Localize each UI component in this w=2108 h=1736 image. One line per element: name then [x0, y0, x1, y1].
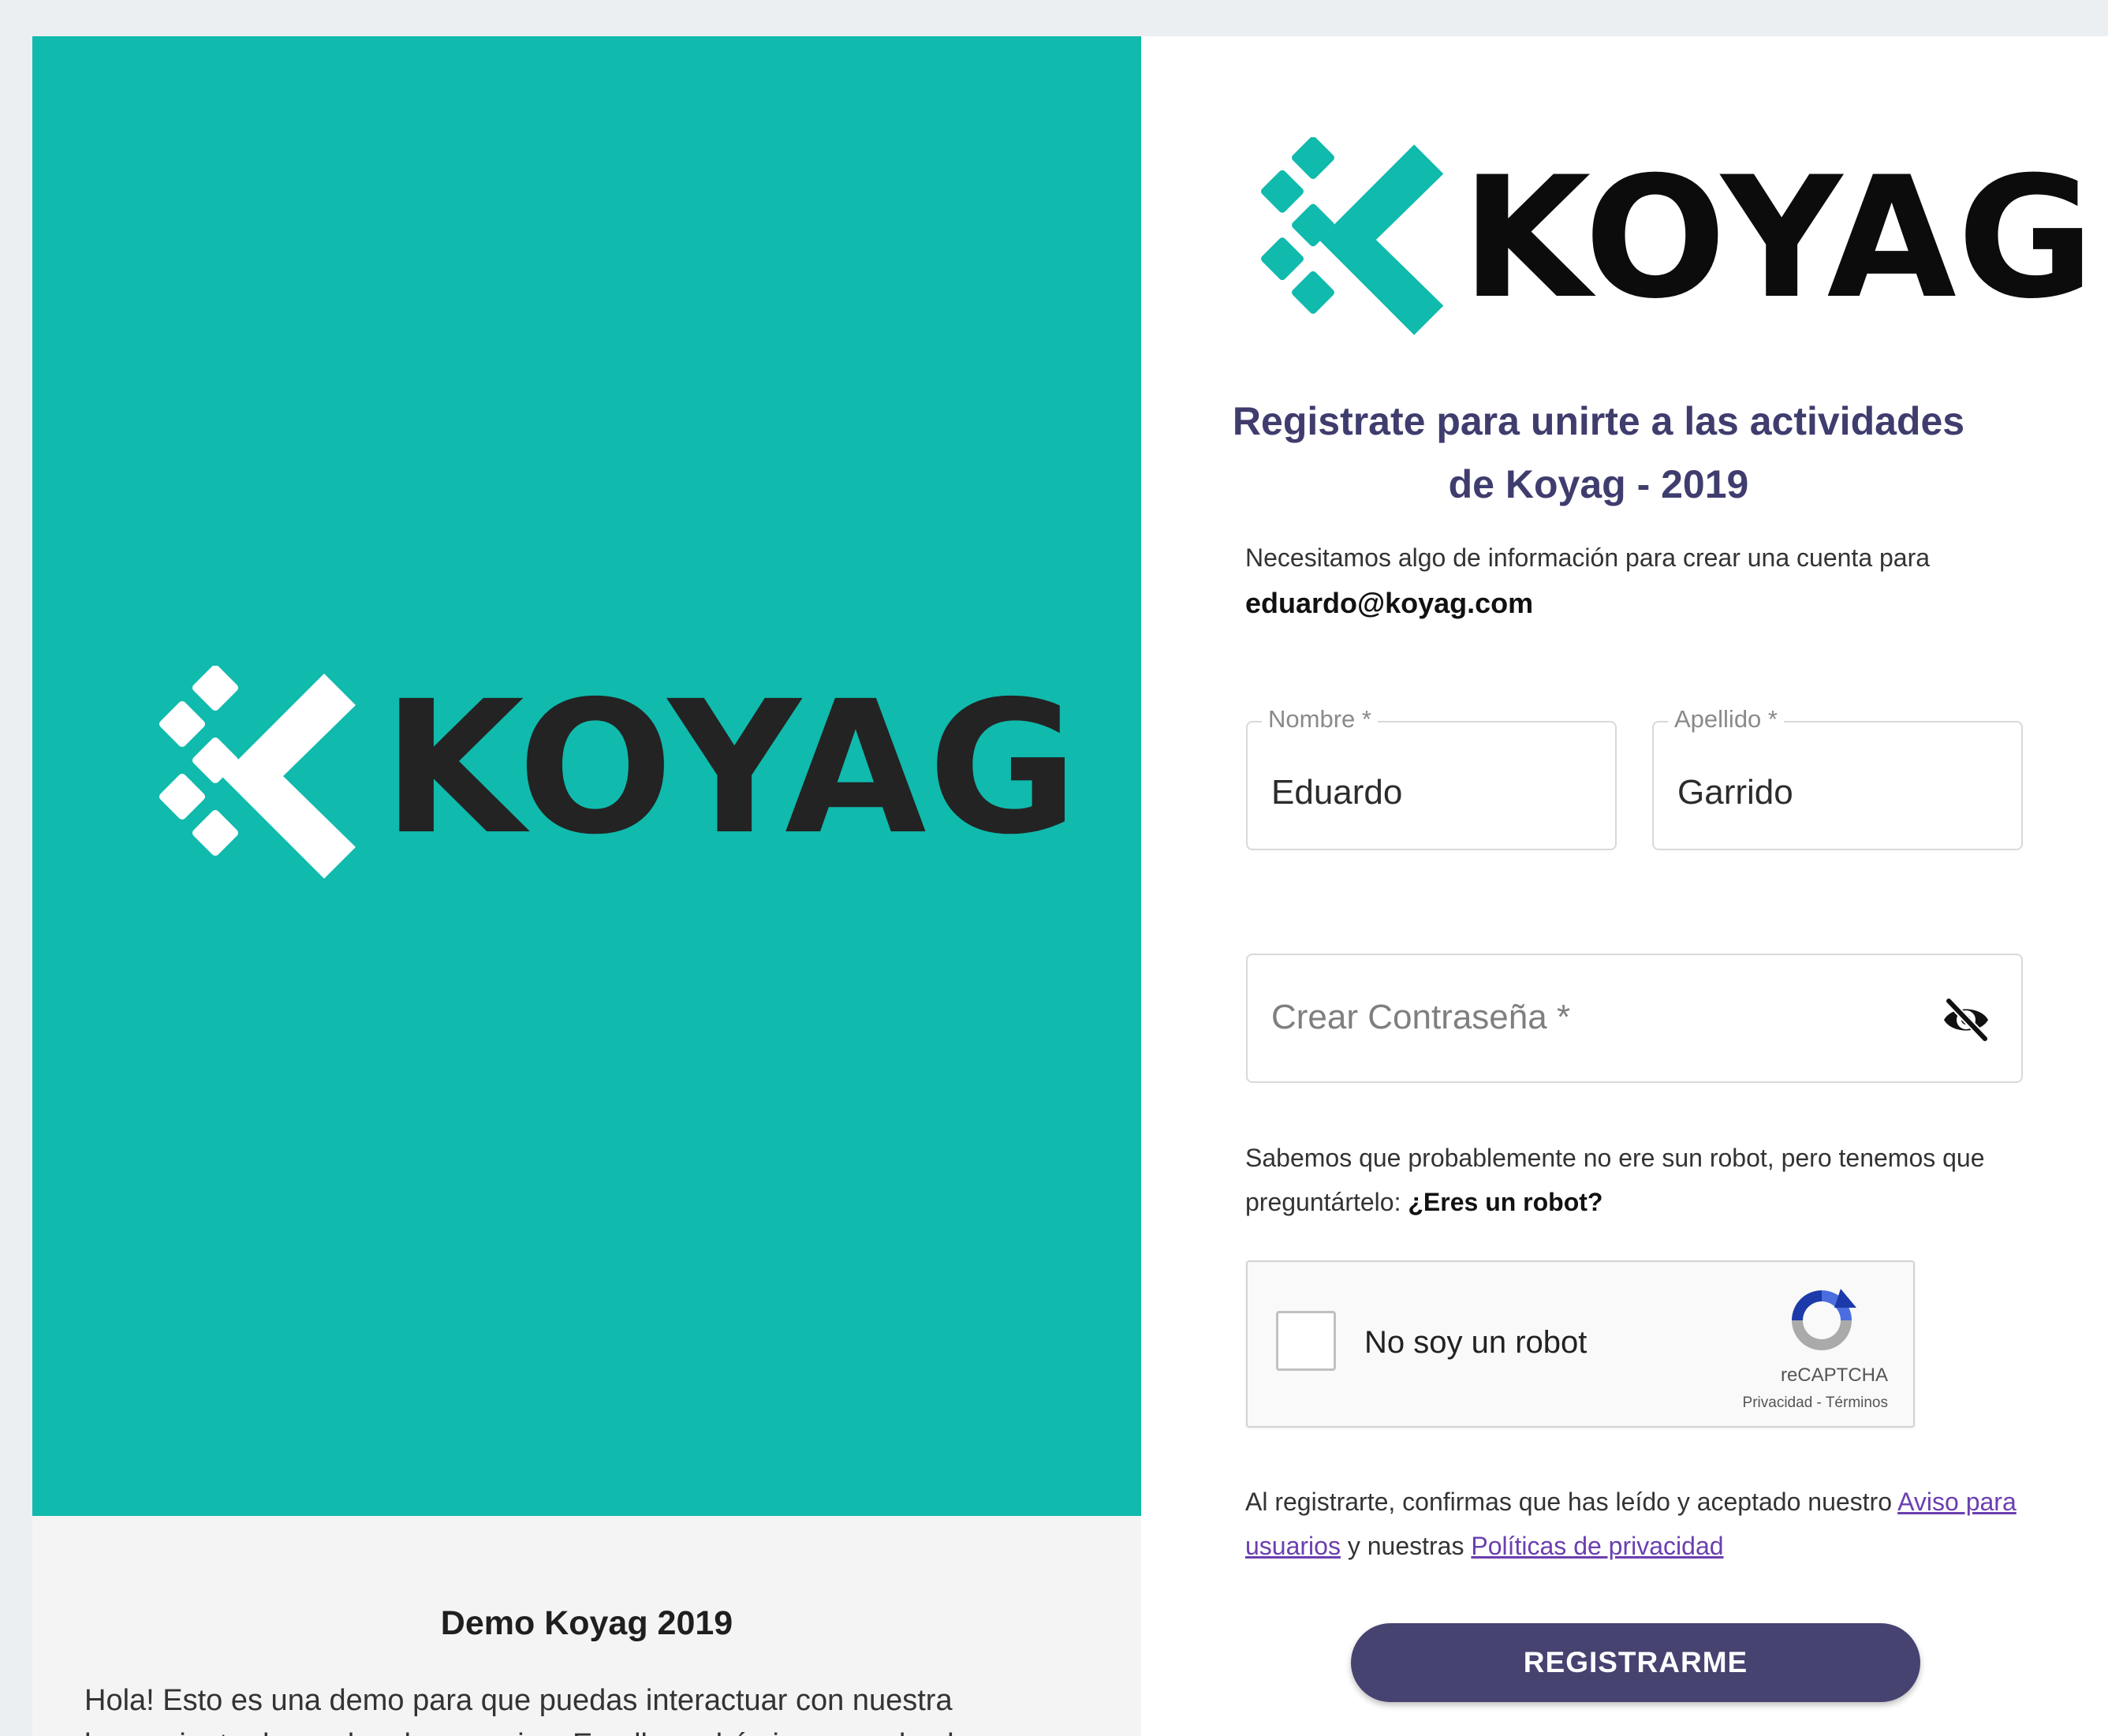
last-name-label: Apellido *: [1668, 705, 1784, 734]
password-field[interactable]: Crear Contraseña *: [1246, 954, 2023, 1083]
password-placeholder: Crear Contraseña *: [1271, 998, 1571, 1036]
event-panel: KOYAG Demo Koyag 2019 Hola! Esto es una …: [32, 36, 1141, 1736]
first-name-value: Eduardo: [1271, 773, 1403, 812]
robot-notice: Sabemos que probablemente no ere sun rob…: [1245, 1136, 2034, 1224]
legal-prefix: Al registrarte, confirmas que has leído …: [1245, 1488, 1892, 1516]
intro-message: Necesitamos algo de información para cre…: [1245, 543, 1931, 572]
koyag-logo-wordmark: KOYAG: [382, 662, 1080, 875]
koyag-logo-mark-icon: [159, 666, 356, 879]
privacy-policy-link[interactable]: Políticas de privacidad: [1471, 1532, 1723, 1560]
robot-notice-text: Sabemos que probablemente no ere sun rob…: [1245, 1144, 1985, 1216]
register-button[interactable]: REGISTRARME: [1351, 1623, 1920, 1702]
event-description: Hola! Esto es una demo para que puedas i…: [84, 1684, 1013, 1736]
event-title: Demo Koyag 2019: [440, 1604, 733, 1642]
legal-middle: y nuestras: [1347, 1532, 1464, 1560]
recaptcha-label: No soy un robot: [1364, 1325, 1588, 1360]
recaptcha-brand: reCAPTCHA: [1780, 1365, 1888, 1386]
first-name-field[interactable]: Nombre * Eduardo: [1246, 705, 1617, 850]
recaptcha-privacy-link[interactable]: Privacidad: [1743, 1394, 1813, 1411]
koyag-logo-wordmark: KOYAG: [1461, 140, 2095, 335]
account-email: eduardo@koyag.com: [1245, 587, 1534, 619]
recaptcha-widget: No soy un robot reCAPTCHA Privacidad - T…: [1246, 1260, 1915, 1428]
register-panel: KOYAG Registrate para unirte a las activ…: [1141, 36, 2108, 1736]
robot-question: ¿Eres un robot?: [1408, 1188, 1603, 1216]
event-banner: KOYAG: [32, 36, 1141, 1516]
recaptcha-logo-icon: [1792, 1289, 1856, 1350]
page: KOYAG Demo Koyag 2019 Hola! Esto es una …: [0, 0, 2108, 1736]
last-name-value: Garrido: [1677, 773, 1793, 812]
page-title: Registrate para unirte a las actividades…: [1232, 399, 1965, 506]
legal-notice: Al registrarte, confirmas que has leído …: [1245, 1480, 2034, 1568]
first-name-label: Nombre *: [1262, 705, 1378, 734]
recaptcha-links: Privacidad - Términos: [1743, 1394, 1888, 1412]
recaptcha-checkbox[interactable]: [1276, 1311, 1336, 1371]
recaptcha-terms-link[interactable]: Términos: [1826, 1394, 1888, 1411]
intro-text: Necesitamos algo de información para cre…: [1245, 535, 2034, 627]
recaptcha-separator: -: [1812, 1394, 1826, 1411]
eye-off-icon[interactable]: [1941, 998, 1991, 1042]
last-name-field[interactable]: Apellido * Garrido: [1652, 705, 2023, 850]
koyag-logo-mark-icon: [1261, 137, 1444, 335]
